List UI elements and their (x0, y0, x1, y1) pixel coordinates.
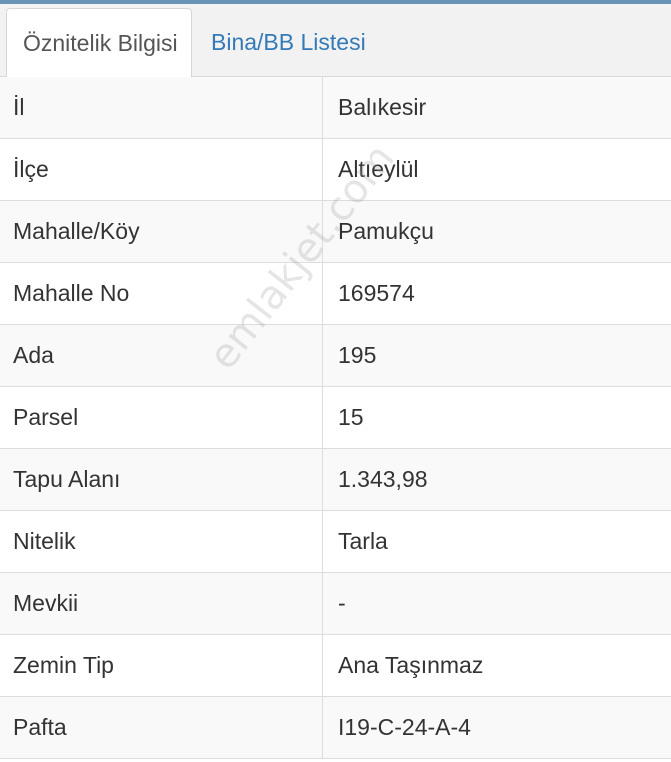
parcel-info-panel: Öznitelik Bilgisi Bina/BB Listesi İl Bal… (0, 0, 671, 762)
row-value: 195 (322, 324, 671, 387)
row-value: Tarla (322, 510, 671, 573)
row-label: İl (0, 77, 323, 139)
attribute-table: İl Balıkesir İlçe Altıeylül Mahalle/Köy … (0, 77, 671, 759)
table-row: İlçe Altıeylül (0, 138, 671, 201)
row-label: Mahalle No (0, 262, 323, 325)
table-row: Mevkii - (0, 572, 671, 635)
row-label: Pafta (0, 696, 323, 759)
row-value: Ana Taşınmaz (322, 634, 671, 697)
table-row: Pafta I19-C-24-A-4 (0, 696, 671, 759)
table-row: Nitelik Tarla (0, 510, 671, 573)
row-label: Parsel (0, 386, 323, 449)
table-row: Mahalle/Köy Pamukçu (0, 200, 671, 263)
table-row: Zemin Tip Ana Taşınmaz (0, 634, 671, 697)
row-value: 169574 (322, 262, 671, 325)
row-value: - (322, 572, 671, 635)
table-row: Tapu Alanı 1.343,98 (0, 448, 671, 511)
table-row: Ada 195 (0, 324, 671, 387)
row-value: Balıkesir (322, 77, 671, 139)
row-value: Pamukçu (322, 200, 671, 263)
row-label: Mevkii (0, 572, 323, 635)
tab-building-list[interactable]: Bina/BB Listesi (211, 8, 366, 77)
row-label: Nitelik (0, 510, 323, 573)
row-label: Tapu Alanı (0, 448, 323, 511)
table-row: İl Balıkesir (0, 77, 671, 139)
row-value: 15 (322, 386, 671, 449)
row-value: I19-C-24-A-4 (322, 696, 671, 759)
row-label: Zemin Tip (0, 634, 323, 697)
table-row: Mahalle No 169574 (0, 262, 671, 325)
tab-bar: Öznitelik Bilgisi Bina/BB Listesi (0, 4, 671, 78)
row-label: Mahalle/Köy (0, 200, 323, 263)
table-row: Parsel 15 (0, 386, 671, 449)
row-value: Altıeylül (322, 138, 671, 201)
row-label: Ada (0, 324, 323, 387)
tab-attribute-info[interactable]: Öznitelik Bilgisi (6, 8, 192, 78)
row-label: İlçe (0, 138, 323, 201)
row-value: 1.343,98 (322, 448, 671, 511)
